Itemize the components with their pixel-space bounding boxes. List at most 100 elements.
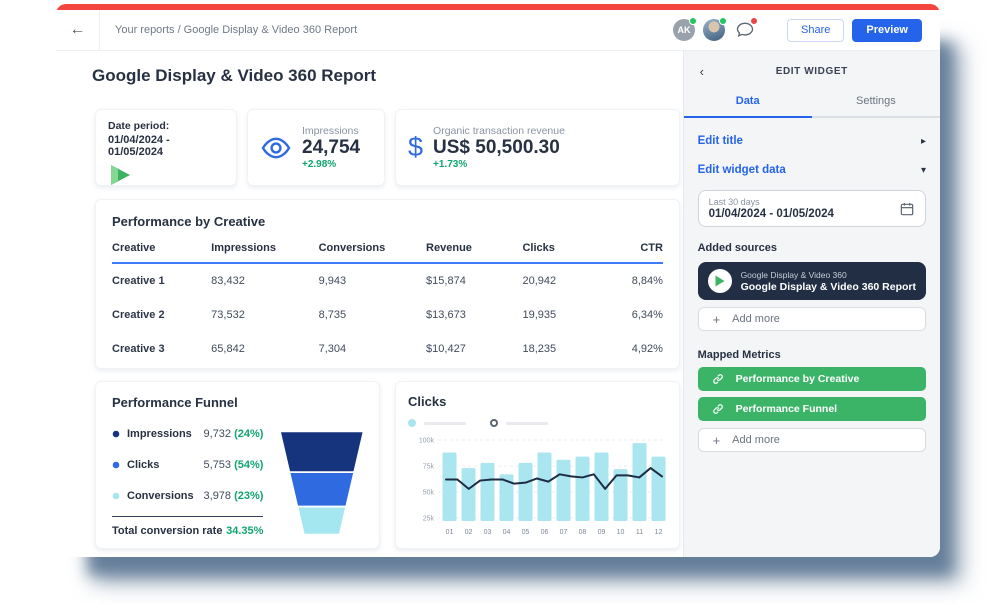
add-metric-button[interactable]: + Add more: [698, 428, 926, 452]
panel-back-button[interactable]: ‹: [700, 64, 704, 79]
plus-icon: +: [713, 433, 721, 448]
series-dot-icon: [112, 461, 120, 469]
dv360-logo-icon: [108, 163, 134, 187]
added-sources-label: Added sources: [698, 242, 926, 254]
funnel-segment-clicks: [291, 473, 354, 506]
topbar-actions: AK Share Preview: [673, 18, 940, 42]
column-header: Revenue: [426, 242, 522, 254]
share-button[interactable]: Share: [787, 19, 844, 42]
online-status-dot: [689, 17, 697, 25]
funnel-segment-conversions: [299, 507, 346, 533]
breadcrumb[interactable]: Your reports / Google Display & Video 36…: [115, 24, 357, 36]
funnel-row-clicks: Clicks 5,753 (54%): [112, 449, 263, 480]
divider: [112, 516, 263, 517]
panel-title: EDIT WIDGET: [684, 66, 940, 77]
total-conversion-value: 34.35%: [226, 525, 263, 537]
funnel-row-conversions: Conversions 3,978 (23%): [112, 480, 263, 511]
impressions-label: Impressions: [302, 125, 360, 137]
clicks-chart-title: Clicks: [408, 394, 669, 409]
date-range-value: 01/04/2024 - 01/05/2024: [709, 208, 834, 220]
plus-icon: +: [713, 312, 721, 327]
svg-text:100k: 100k: [419, 438, 435, 445]
online-status-dot: [719, 17, 727, 25]
column-header: Impressions: [211, 242, 318, 254]
svg-text:11: 11: [636, 529, 643, 536]
revenue-value: US$ 50,500.30: [433, 137, 565, 159]
chart-legend: [408, 418, 669, 428]
panel-tabs: Data Settings: [684, 95, 940, 118]
svg-text:12: 12: [655, 529, 663, 536]
svg-text:10: 10: [617, 529, 625, 536]
calendar-icon: [899, 201, 915, 217]
column-header: CTR: [605, 242, 663, 254]
column-header: Clicks: [522, 242, 605, 254]
caret-right-icon: ▸: [921, 136, 926, 147]
svg-text:07: 07: [560, 529, 568, 536]
performance-funnel-widget[interactable]: Performance Funnel Impressions: [95, 381, 380, 549]
link-icon: [712, 373, 724, 385]
notification-dot: [750, 17, 758, 25]
svg-text:06: 06: [541, 529, 549, 536]
series-dot-icon: [112, 492, 120, 500]
funnel-segment-impressions: [281, 432, 363, 471]
eye-icon: [260, 136, 292, 160]
app-window: ← Your reports / Google Display & Video …: [56, 4, 940, 557]
source-name: Google Display & Video 360 Report: [741, 281, 916, 293]
impressions-delta: +2.98%: [302, 159, 360, 170]
date-period-label: Date period:: [108, 120, 224, 132]
svg-text:50k: 50k: [423, 490, 435, 497]
total-conversion-label: Total conversion rate: [112, 525, 222, 537]
comments-button[interactable]: [733, 18, 757, 42]
preview-button[interactable]: Preview: [852, 19, 922, 42]
source-card-dv360[interactable]: Google Display & Video 360 Google Displa…: [698, 262, 926, 300]
link-icon: [712, 403, 724, 415]
funnel-title: Performance Funnel: [112, 395, 363, 410]
date-period-card[interactable]: Date period: 01/04/2024 - 01/05/2024: [95, 109, 237, 186]
column-header: Creative: [112, 242, 211, 254]
svg-text:01: 01: [446, 529, 454, 536]
column-header: Conversions: [319, 242, 426, 254]
table-row: Creative 2 73,532 8,735 $13,673 19,935 6…: [112, 298, 663, 332]
mapped-metric-performance-by-creative[interactable]: Performance by Creative: [698, 367, 926, 391]
tab-settings[interactable]: Settings: [812, 95, 940, 116]
svg-text:08: 08: [579, 529, 587, 536]
performance-by-creative-widget[interactable]: Performance by Creative Creative Impress…: [95, 199, 680, 369]
date-period-value: 01/04/2024 - 01/05/2024: [108, 134, 224, 158]
date-range-picker[interactable]: Last 30 days 01/04/2024 - 01/05/2024: [698, 190, 926, 227]
series-dot-icon: [112, 430, 120, 438]
mapped-metric-performance-funnel[interactable]: Performance Funnel: [698, 397, 926, 421]
edit-widget-data-row[interactable]: Edit widget data ▾: [698, 164, 926, 176]
tab-data[interactable]: Data: [684, 95, 812, 116]
svg-text:03: 03: [484, 529, 492, 536]
mapped-metrics-label: Mapped Metrics: [698, 349, 926, 361]
svg-text:25k: 25k: [423, 516, 435, 523]
clicks-chart-widget[interactable]: Clicks 100k75k50k25k01020304050607080910…: [395, 381, 680, 549]
avatar-initials[interactable]: AK: [673, 19, 695, 41]
add-source-button[interactable]: + Add more: [698, 307, 926, 331]
back-button[interactable]: ←: [56, 10, 100, 51]
funnel-row-impressions: Impressions 9,732 (24%): [112, 418, 263, 449]
clicks-bar-line-chart: 100k75k50k25k010203040506070809101112: [408, 428, 670, 543]
edit-widget-panel: ‹ EDIT WIDGET Data Settings Edit title ▸…: [683, 51, 940, 557]
page-title: Google Display & Video 360 Report: [92, 66, 683, 86]
edit-title-row[interactable]: Edit title ▸: [698, 135, 926, 147]
funnel-chart: [281, 427, 363, 539]
svg-text:75k: 75k: [423, 464, 435, 471]
revenue-card[interactable]: $ Organic transaction revenue US$ 50,500…: [395, 109, 680, 186]
impressions-card[interactable]: Impressions 24,754 +2.98%: [247, 109, 385, 186]
dv360-source-icon: [708, 269, 732, 293]
revenue-label: Organic transaction revenue: [433, 125, 565, 137]
table-header-row: Creative Impressions Conversions Revenue…: [112, 242, 663, 264]
svg-text:04: 04: [503, 529, 511, 536]
caret-down-icon: ▾: [921, 165, 926, 176]
svg-text:02: 02: [465, 529, 473, 536]
source-provider: Google Display & Video 360: [741, 270, 916, 280]
svg-text:05: 05: [522, 529, 530, 536]
date-preset-label: Last 30 days: [709, 197, 834, 207]
legend-swatch-icon: [408, 419, 416, 427]
table-row: Creative 1 83,432 9,943 $15,874 20,942 8…: [112, 264, 663, 298]
top-bar: ← Your reports / Google Display & Video …: [56, 10, 940, 51]
table-title: Performance by Creative: [112, 214, 663, 229]
avatar-photo[interactable]: [703, 19, 725, 41]
funnel-legend-list: Impressions 9,732 (24%): [112, 418, 263, 539]
